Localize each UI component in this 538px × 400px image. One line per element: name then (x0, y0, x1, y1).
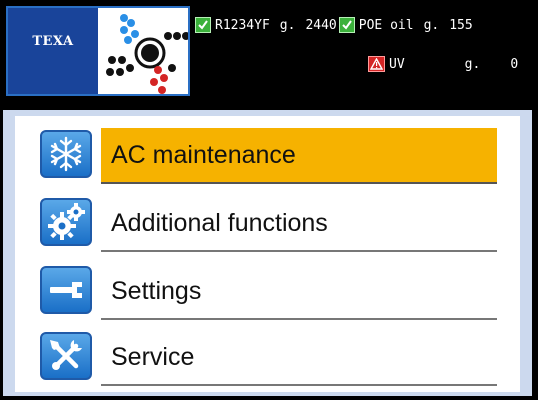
warning-icon (368, 56, 385, 72)
tools-icon (40, 332, 92, 380)
brand-logo-text: TEXA (32, 34, 74, 49)
uv-value: 0 (510, 56, 519, 72)
wrench-icon (40, 266, 92, 314)
uv-unit: g. (464, 56, 481, 72)
refrigerant-name: R1234YF (215, 17, 270, 33)
gears-icon (40, 198, 92, 246)
refrigerant-value: 2440 (305, 17, 337, 33)
main-menu: AC maintenance Additional functions Sett… (15, 116, 520, 392)
snowflake-icon (40, 130, 92, 178)
main-menu-panel: AC maintenance Additional functions Sett… (3, 110, 532, 396)
menu-item-label: AC maintenance (101, 128, 497, 184)
oil-value: 155 (449, 17, 473, 33)
refrigerant-unit: g. (279, 17, 296, 33)
oil-unit: g. (423, 17, 440, 33)
check-icon (195, 17, 211, 33)
header: TEXA R1234YF g. 2440 POE oil g. 155 UV g… (0, 0, 538, 104)
menu-item-additional-functions[interactable]: Additional functions (40, 196, 500, 252)
menu-item-service[interactable]: Service (40, 330, 500, 386)
menu-item-settings[interactable]: Settings (40, 264, 500, 320)
dot-matrix-mark-icon (100, 8, 190, 94)
status-row-uv: UV g. 0 (368, 56, 518, 72)
menu-item-label: Settings (101, 264, 497, 320)
oil-name: POE oil (358, 17, 414, 33)
menu-item-ac-maintenance[interactable]: AC maintenance (40, 128, 500, 184)
check-icon (338, 17, 355, 33)
uv-name: UV (389, 56, 405, 72)
texa-logo: TEXA (8, 8, 98, 94)
menu-item-label: Service (101, 330, 497, 386)
brand-box: TEXA (6, 6, 190, 96)
menu-item-label: Additional functions (101, 196, 497, 252)
status-row-primary: R1234YF g. 2440 POE oil g. 155 (195, 17, 473, 33)
